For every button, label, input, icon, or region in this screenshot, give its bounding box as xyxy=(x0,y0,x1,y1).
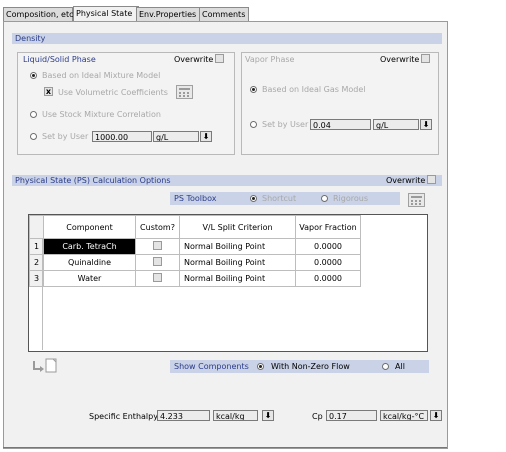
opt-ideal-mixture-label: Based on Ideal Mixture Model xyxy=(42,71,161,80)
cell-vapor-fraction[interactable]: 0.0000 xyxy=(295,270,361,287)
radio-non-zero-flow[interactable] xyxy=(257,363,264,370)
tab-comments[interactable]: Comments xyxy=(199,7,249,21)
liquid-unit-dropdown-button[interactable]: ⬇ xyxy=(200,131,212,142)
calculator-icon[interactable] xyxy=(408,193,425,207)
opt-non-zero-label: With Non-Zero Flow xyxy=(271,362,350,371)
cell-component[interactable]: Carb. TetraCh xyxy=(43,238,136,255)
dropdown-arrow-icon: ⬇ xyxy=(432,411,440,420)
custom-checkbox[interactable] xyxy=(153,257,162,266)
row-header-corner xyxy=(29,215,44,239)
radio-stock-mixture[interactable] xyxy=(30,111,37,118)
ps-overwrite-label: Overwrite xyxy=(386,176,426,185)
radio-liquid-set-by-user[interactable] xyxy=(30,133,37,140)
custom-checkbox[interactable] xyxy=(153,273,162,282)
export-arrow-icon[interactable] xyxy=(32,357,62,375)
cell-criterion[interactable]: Normal Boiling Point xyxy=(179,254,296,271)
cell-custom[interactable] xyxy=(135,238,180,255)
cell-criterion[interactable]: Normal Boiling Point xyxy=(179,270,296,287)
vapor-title: Vapor Phase xyxy=(245,55,295,64)
opt-rigorous-label: Rigorous xyxy=(333,194,368,203)
radio-all[interactable] xyxy=(382,363,389,370)
opt-ideal-gas-label: Based on Ideal Gas Model xyxy=(262,85,366,94)
cp-label: Cp xyxy=(312,412,323,421)
vapor-overwrite-checkbox[interactable] xyxy=(421,54,430,63)
opt-liquid-user-label: Set by User xyxy=(42,132,89,141)
liquid-overwrite-checkbox[interactable] xyxy=(215,54,224,63)
enthalpy-unit-field[interactable]: kcal/kg xyxy=(213,410,258,421)
opt-vapor-user-label: Set by User xyxy=(262,120,309,129)
vapor-density-field[interactable]: 0.04 xyxy=(310,119,371,130)
specific-enthalpy-field: 4.233 xyxy=(157,410,210,421)
liquid-solid-title: Liquid/Solid Phase xyxy=(23,55,96,64)
tab-composition[interactable]: Composition, etc. xyxy=(3,7,76,21)
cell-custom[interactable] xyxy=(135,254,180,271)
enthalpy-unit-dropdown-button[interactable]: ⬇ xyxy=(262,410,274,421)
show-components-label: Show Components xyxy=(174,362,249,371)
cp-unit-field[interactable]: kcal/kg-°C xyxy=(380,410,428,421)
cp-unit-dropdown-button[interactable]: ⬇ xyxy=(430,410,442,421)
opt-volumetric-label: Use Volumetric Coefficients xyxy=(58,88,168,97)
opt-shortcut-label: Shortcut xyxy=(262,194,297,203)
col-header-component: Component xyxy=(43,215,136,239)
table-row[interactable]: 2 Quinaldine Normal Boiling Point 0.0000 xyxy=(29,254,361,271)
ps-section-header: Physical State (PS) Calculation Options xyxy=(12,175,442,186)
density-section-header: Density xyxy=(12,33,442,44)
liquid-density-unit[interactable]: g/L xyxy=(153,131,199,142)
density-title: Density xyxy=(15,34,46,43)
vapor-density-unit[interactable]: g/L xyxy=(373,119,419,130)
cp-field: 0.17 xyxy=(326,410,377,421)
liquid-density-field[interactable]: 1000.00 xyxy=(92,131,152,142)
vapor-unit-dropdown-button[interactable]: ⬇ xyxy=(420,119,432,130)
col-header-custom: Custom? xyxy=(135,215,180,239)
row-header-divider xyxy=(42,238,43,350)
specific-enthalpy-label: Specific Enthalpy xyxy=(89,412,158,421)
component-grid: Component Custom? V/L Split Criterion Va… xyxy=(28,214,428,352)
table-header-row: Component Custom? V/L Split Criterion Va… xyxy=(29,215,361,239)
radio-rigorous[interactable] xyxy=(321,195,328,202)
radio-ideal-mixture[interactable] xyxy=(30,72,37,79)
table-row[interactable]: 3 Water Normal Boiling Point 0.0000 xyxy=(29,270,361,287)
cell-custom[interactable] xyxy=(135,270,180,287)
col-header-vapor-fraction: Vapor Fraction xyxy=(295,215,361,239)
cell-criterion[interactable]: Normal Boiling Point xyxy=(179,238,296,255)
divider xyxy=(3,447,447,448)
dropdown-arrow-icon: ⬇ xyxy=(422,120,430,129)
volumetric-coefficients-checkbox[interactable]: x xyxy=(44,87,53,96)
col-header-criterion: V/L Split Criterion xyxy=(179,215,296,239)
calculator-icon[interactable] xyxy=(176,85,193,99)
dropdown-arrow-icon: ⬇ xyxy=(202,132,210,141)
cell-vapor-fraction[interactable]: 0.0000 xyxy=(295,254,361,271)
component-table: Component Custom? V/L Split Criterion Va… xyxy=(29,215,361,287)
dropdown-arrow-icon: ⬇ xyxy=(264,411,272,420)
vapor-group xyxy=(241,52,439,155)
table-row[interactable]: 1 Carb. TetraCh Normal Boiling Point 0.0… xyxy=(29,238,361,255)
cell-component[interactable]: Water xyxy=(43,270,136,287)
tab-env-properties[interactable]: Env.Properties xyxy=(136,7,202,21)
opt-all-label: All xyxy=(395,362,405,371)
custom-checkbox[interactable] xyxy=(153,241,162,250)
cell-component[interactable]: Quinaldine xyxy=(43,254,136,271)
opt-stock-label: Use Stock Mixture Correlation xyxy=(42,110,161,119)
radio-ideal-gas[interactable] xyxy=(250,86,257,93)
tab-physical-state[interactable]: Physical State xyxy=(73,6,139,21)
ps-title: Physical State (PS) Calculation Options xyxy=(15,176,171,185)
ps-toolbox-label: PS Toolbox xyxy=(174,194,217,203)
ps-overwrite-checkbox[interactable] xyxy=(427,175,436,184)
liquid-overwrite-label: Overwrite xyxy=(174,55,214,64)
vapor-overwrite-label: Overwrite xyxy=(380,55,420,64)
cell-vapor-fraction[interactable]: 0.0000 xyxy=(295,238,361,255)
radio-shortcut[interactable] xyxy=(250,195,257,202)
radio-vapor-set-by-user[interactable] xyxy=(250,121,257,128)
